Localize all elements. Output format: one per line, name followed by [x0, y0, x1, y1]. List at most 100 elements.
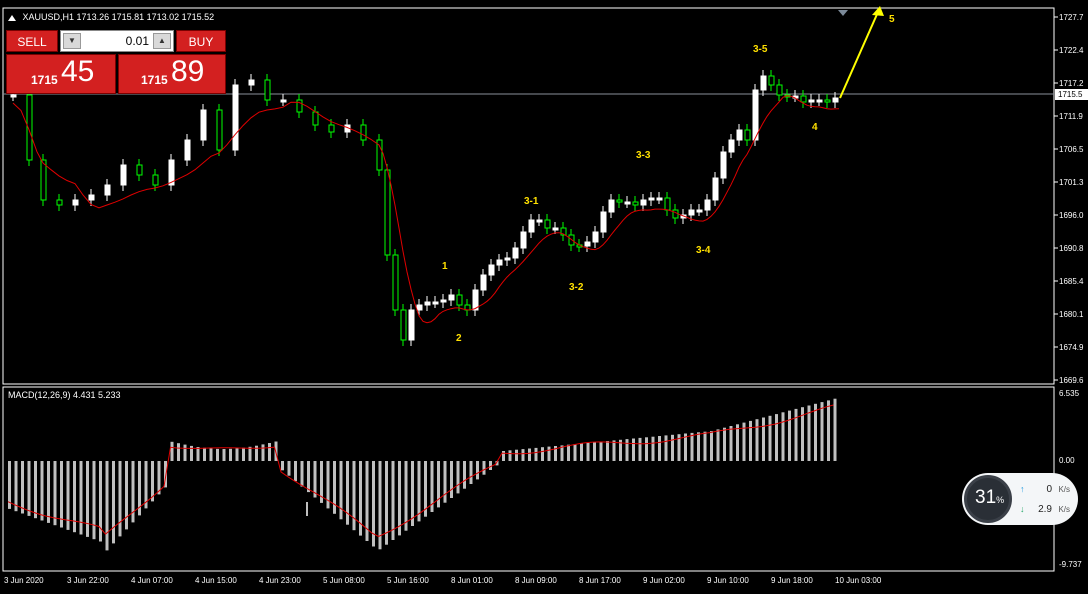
- time-label: 3 Jun 22:00: [67, 576, 109, 585]
- axis-ticks: [1054, 16, 1058, 381]
- candle-body: [232, 84, 239, 151]
- macd-bar: [775, 414, 778, 461]
- macd-bar: [229, 448, 232, 461]
- buy-price-prefix: 1715: [141, 73, 168, 87]
- candle-body: [656, 197, 663, 201]
- macd-bar: [86, 461, 89, 537]
- macd-bar: [541, 447, 544, 461]
- sell-button[interactable]: SELL: [6, 30, 58, 52]
- macd-bar: [398, 461, 401, 536]
- time-label: 9 Jun 10:00: [707, 576, 749, 585]
- macd-bar: [625, 439, 629, 461]
- macd-bar: [814, 403, 817, 461]
- price-label: 1685.4: [1059, 277, 1084, 286]
- candle-body: [808, 99, 815, 103]
- volume-value[interactable]: 0.01: [126, 34, 149, 48]
- buy-button[interactable]: BUY: [176, 30, 226, 52]
- candle-body: [744, 129, 751, 141]
- candle-body: [584, 241, 591, 247]
- candle-body: [440, 299, 447, 303]
- candle-body: [832, 97, 839, 103]
- macd-bar: [833, 398, 837, 461]
- candle-body: [40, 159, 47, 201]
- time-label: 5 Jun 16:00: [387, 576, 429, 585]
- volume-field[interactable]: ▼ 0.01 ▲: [60, 30, 174, 52]
- macd-bar: [658, 436, 661, 461]
- candle-body: [496, 259, 503, 266]
- time-label: 3 Jun 2020: [4, 576, 44, 585]
- candle-body: [760, 75, 767, 91]
- macd-bar: [580, 443, 583, 461]
- candle-body: [648, 197, 655, 201]
- macd-bar: [794, 408, 798, 461]
- candle-body: [152, 174, 159, 186]
- upload-value: 0: [1046, 484, 1052, 495]
- chart-header: XAUUSD,H1 1713.26 1715.81 1713.02 1715.5…: [8, 12, 214, 22]
- macd-bar: [463, 461, 466, 489]
- macd-bar: [515, 449, 518, 461]
- macd-bar: [261, 444, 265, 461]
- candle-body: [488, 264, 495, 276]
- macd-bar: [339, 461, 343, 520]
- candle-body: [696, 209, 703, 213]
- wave-label: 3-2: [569, 282, 584, 293]
- candle-body: [800, 95, 807, 103]
- macd-bar: [235, 448, 239, 461]
- wave-label: 1: [442, 261, 448, 272]
- candle-body: [712, 177, 719, 201]
- usage-gauge: 31%: [964, 475, 1012, 523]
- macd-bar: [482, 461, 486, 475]
- sell-price-button[interactable]: 1715 45: [6, 54, 116, 94]
- macd-axis-label: -9.737: [1059, 560, 1082, 569]
- macd-bar: [768, 415, 772, 461]
- time-label: 9 Jun 02:00: [643, 576, 685, 585]
- candle-body: [184, 139, 191, 161]
- candle-body: [704, 199, 711, 211]
- time-label: 10 Jun 03:00: [835, 576, 882, 585]
- macd-bar: [170, 441, 174, 461]
- macd-bar: [183, 444, 187, 461]
- macd-indicator-label[interactable]: MACD(12,26,9) 4.431 5.233: [8, 390, 121, 400]
- macd-bar: [820, 402, 824, 461]
- time-label: 8 Jun 09:00: [515, 576, 557, 585]
- macd-bar: [729, 426, 733, 461]
- candle-body: [264, 79, 271, 101]
- macd-bar: [664, 435, 668, 461]
- buy-price-button[interactable]: 1715 89: [118, 54, 226, 94]
- time-label: 4 Jun 07:00: [131, 576, 173, 585]
- buy-price-pips: 89: [171, 55, 205, 88]
- macd-bar: [14, 461, 18, 512]
- macd-bar: [703, 431, 707, 461]
- macd-bar: [112, 461, 115, 544]
- chart-shift-marker-icon[interactable]: [838, 10, 848, 16]
- macd-bar: [443, 461, 447, 503]
- candle-body: [72, 199, 79, 206]
- macd-bar: [92, 461, 96, 540]
- macd-bar: [411, 461, 414, 526]
- collapse-triangle-icon[interactable]: [8, 14, 16, 21]
- macd-bar: [489, 461, 492, 470]
- macd-bar: [47, 461, 50, 523]
- candle-body: [200, 109, 207, 141]
- price-label: 1696.0: [1059, 211, 1084, 220]
- macd-histogram: [8, 398, 837, 551]
- download-value: 2.9: [1038, 504, 1052, 515]
- price-label: 1674.9: [1059, 343, 1084, 352]
- price-label: 1711.9: [1059, 112, 1083, 121]
- macd-bar: [521, 449, 525, 461]
- macd-bar: [105, 461, 109, 551]
- candle-body: [424, 301, 431, 306]
- macd-bar: [287, 461, 291, 476]
- macd-bar: [34, 461, 37, 519]
- macd-bar: [346, 461, 349, 525]
- macd-bar: [203, 447, 206, 461]
- macd-bar: [196, 447, 200, 461]
- macd-bar: [21, 461, 24, 514]
- volume-increase-icon[interactable]: ▲: [153, 33, 171, 49]
- macd-bar: [723, 427, 726, 461]
- candle-body: [312, 111, 319, 126]
- network-speed-widget[interactable]: 31% ↑ 0 K/s ↓ 2.9 K/s: [962, 473, 1078, 525]
- volume-decrease-icon[interactable]: ▼: [63, 33, 81, 49]
- candle-body: [528, 219, 535, 233]
- candle-body: [56, 199, 63, 206]
